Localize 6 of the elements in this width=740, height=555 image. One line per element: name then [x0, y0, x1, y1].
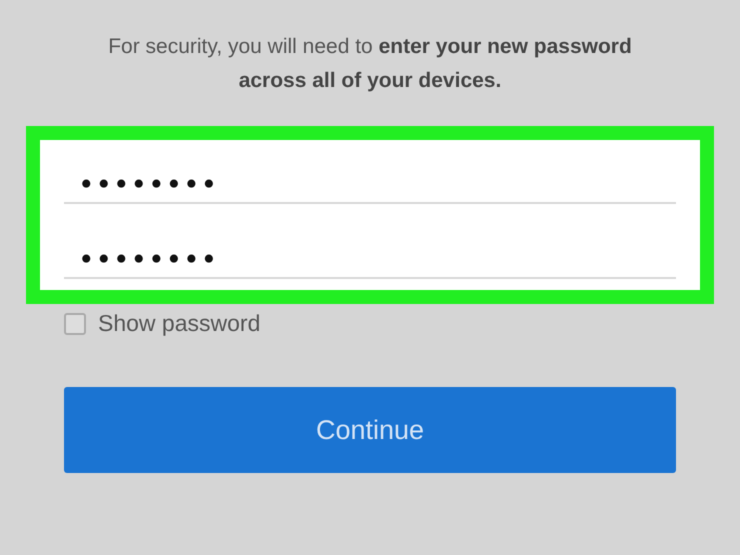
- show-password-label: Show password: [98, 310, 260, 337]
- continue-button[interactable]: Continue: [64, 387, 676, 473]
- security-message: For security, you will need to enter your new password across all of your devices.: [107, 34, 633, 94]
- password-field[interactable]: ••••••••: [40, 140, 700, 215]
- show-password-checkbox[interactable]: [64, 312, 86, 334]
- password-field[interactable]: ••••••••: [40, 215, 700, 290]
